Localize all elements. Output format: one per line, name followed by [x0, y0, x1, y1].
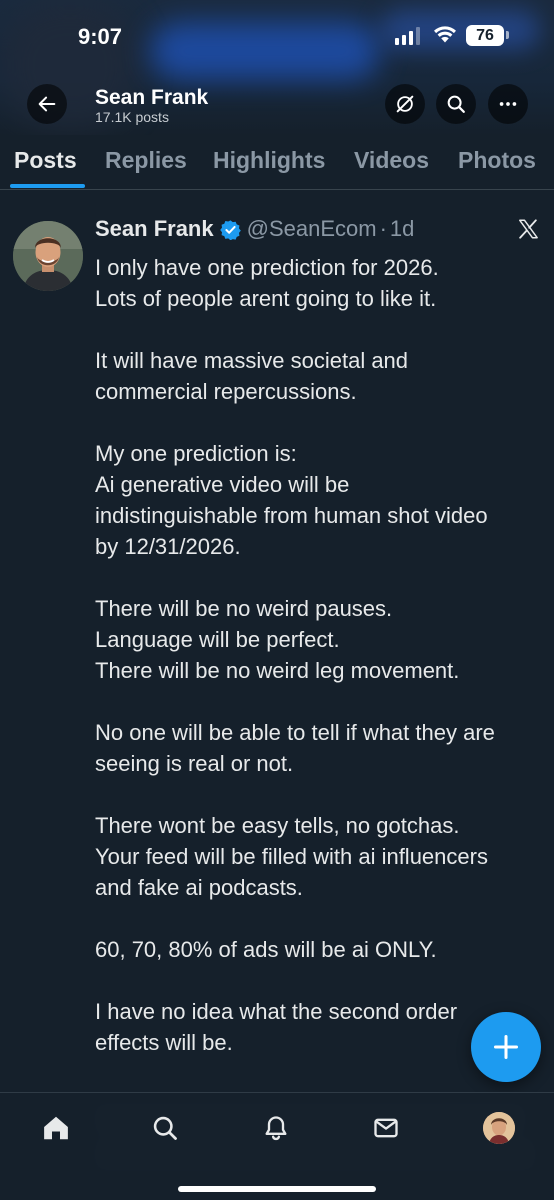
- profile-avatar: [483, 1112, 515, 1144]
- active-tab-indicator: [10, 184, 85, 188]
- tweet-timestamp[interactable]: 1d: [390, 216, 414, 242]
- x-logo-icon: [517, 218, 539, 245]
- tweet-line: My one prediction is:: [95, 441, 297, 466]
- tab-videos[interactable]: Videos: [354, 147, 429, 174]
- tweet-line: by 12/31/2026.: [95, 534, 241, 559]
- tweet-line: effects will be.: [95, 1030, 233, 1055]
- nav-notifications[interactable]: [258, 1110, 294, 1146]
- tweet-line: I have no idea what the second order: [95, 999, 458, 1024]
- tweet-author-name[interactable]: Sean Frank: [95, 216, 214, 242]
- header-posts-count: 17.1K posts: [95, 109, 169, 125]
- tweet-line: Language will be perfect.: [95, 627, 340, 652]
- tweet-paragraph: 60, 70, 80% of ads will be ai ONLY.: [95, 934, 545, 965]
- tweet-line: seeing is real or not.: [95, 751, 294, 776]
- messages-envelope-icon: [374, 1118, 398, 1138]
- back-button[interactable]: [27, 84, 67, 124]
- tweet-handle[interactable]: @SeanEcom: [247, 216, 377, 242]
- notifications-bell-icon: [265, 1116, 287, 1141]
- more-horizontal-icon: [499, 102, 517, 106]
- tweet-line: indistinguishable from human shot video: [95, 503, 488, 528]
- tweet-line: There will be no weird leg movement.: [95, 658, 460, 683]
- tweet-line: There wont be easy tells, no gotchas.: [95, 813, 460, 838]
- tweet-line: Lots of people arent going to like it.: [95, 286, 437, 311]
- verified-badge-icon: [219, 219, 241, 240]
- home-icon: [44, 1116, 68, 1140]
- profile-header: 9:07 76 Sean Frank 17.1K posts: [0, 0, 554, 135]
- search-icon: [153, 1116, 177, 1140]
- tweet-line: 60, 70, 80% of ads will be ai ONLY.: [95, 937, 437, 962]
- tweet-line: I only have one prediction for 2026.: [95, 255, 439, 280]
- more-options-button[interactable]: [488, 84, 528, 124]
- tweet-line: There will be no weird pauses.: [95, 596, 393, 621]
- tweet-paragraph: I only have one prediction for 2026. Lot…: [95, 252, 545, 314]
- tweet-line: Your feed will be filled with ai influen…: [95, 844, 488, 869]
- tweet-paragraph: It will have massive societal and commer…: [95, 345, 545, 407]
- plus-icon: [493, 1034, 519, 1060]
- grok-icon: [396, 95, 414, 113]
- tweet-header: Sean Frank @SeanEcom · 1d: [95, 216, 414, 242]
- tweet-line: Ai generative video will be: [95, 472, 350, 497]
- header-profile-name: Sean Frank: [95, 86, 209, 109]
- search-button[interactable]: [436, 84, 476, 124]
- nav-explore[interactable]: [147, 1110, 183, 1146]
- bottom-navigation: [0, 1092, 554, 1200]
- tweet-line: It will have massive societal and: [95, 348, 409, 373]
- battery-icon: 76: [466, 25, 509, 46]
- tab-highlights[interactable]: Highlights: [213, 147, 325, 174]
- tab-replies[interactable]: Replies: [105, 147, 187, 174]
- tweet-paragraph: There will be no weird pauses. Language …: [95, 593, 545, 686]
- tweet-paragraph: No one will be able to tell if what they…: [95, 717, 545, 779]
- tweet-text: I only have one prediction for 2026. Lot…: [95, 252, 545, 1058]
- tweet-line: and fake ai podcasts.: [95, 875, 303, 900]
- tweet-line: No one will be able to tell if what they…: [95, 720, 495, 745]
- avatar[interactable]: [13, 221, 83, 291]
- compose-post-button[interactable]: [471, 1012, 541, 1082]
- tab-posts[interactable]: Posts: [14, 147, 77, 174]
- profile-tabs: Posts Replies Highlights Videos Photos: [0, 135, 554, 190]
- search-icon: [447, 95, 465, 113]
- nav-messages[interactable]: [368, 1110, 404, 1146]
- arrow-left-icon: [38, 96, 56, 112]
- header-banner-blur: [150, 22, 380, 80]
- cellular-signal-icon: [395, 27, 420, 45]
- wifi-icon: [432, 24, 458, 49]
- grok-button[interactable]: [385, 84, 425, 124]
- tweet-separator: ·: [379, 216, 387, 241]
- nav-profile[interactable]: [481, 1110, 517, 1146]
- tweet-paragraph: There wont be easy tells, no gotchas. Yo…: [95, 810, 545, 903]
- tab-photos[interactable]: Photos: [458, 147, 536, 174]
- nav-home[interactable]: [38, 1110, 74, 1146]
- status-time: 9:07: [78, 24, 123, 49]
- tweet-line: commercial repercussions.: [95, 379, 357, 404]
- tweet-paragraph: My one prediction is: Ai generative vide…: [95, 438, 545, 562]
- home-indicator: [178, 1186, 376, 1192]
